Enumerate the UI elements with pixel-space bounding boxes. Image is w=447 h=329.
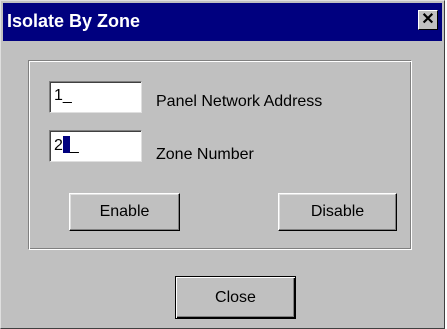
close-button[interactable]: Close [175, 276, 296, 319]
text-cursor-icon [62, 136, 70, 153]
disable-button[interactable]: Disable [278, 193, 397, 231]
zone-number-value: 2 [54, 137, 63, 154]
zone-number-label: Zone Number [156, 146, 254, 163]
zone-number-input[interactable]: 2 _ [49, 130, 142, 162]
window-title: Isolate By Zone [7, 11, 141, 31]
zone-number-suffix: _ [69, 137, 79, 154]
enable-button[interactable]: Enable [69, 193, 180, 231]
title-bar[interactable]: Isolate By Zone ✕ [3, 3, 442, 41]
isolate-by-zone-dialog: Isolate By Zone ✕ 1_ Panel Network Addre… [0, 0, 445, 329]
panel-network-address-value: 1_ [54, 87, 72, 104]
close-icon[interactable]: ✕ [418, 10, 438, 30]
panel-network-address-input[interactable]: 1_ [49, 81, 142, 113]
panel-network-address-label: Panel Network Address [156, 93, 323, 110]
